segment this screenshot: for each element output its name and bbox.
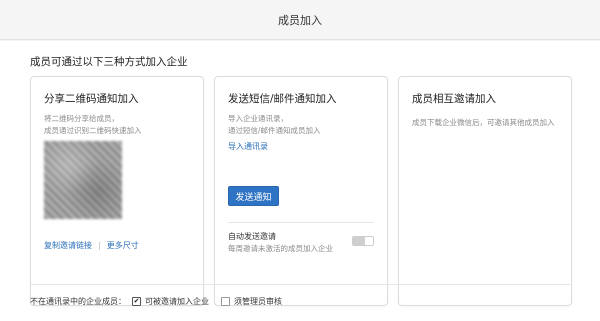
mutual-card-description: 成员下载企业微信后，可邀请其他成员加入	[412, 118, 555, 127]
qr-desc-line2: 成员通过识别二维码快速加入	[44, 126, 142, 135]
more-sizes-link[interactable]: 更多尺寸	[107, 240, 139, 251]
card-divider	[228, 222, 374, 223]
allow-invite-option[interactable]: ✔ 可被邀请加入企业	[132, 296, 209, 307]
sms-desc-line2: 通过短信/邮件通知成员加入	[228, 126, 321, 135]
check-icon: ✔	[133, 297, 140, 305]
qr-desc-line1: 将二维码分享给成员，	[44, 114, 119, 123]
sms-desc-line1: 导入企业通讯录，	[228, 114, 288, 123]
qr-invite-card: 分享二维码通知加入 将二维码分享给成员， 成员通过识别二维码快速加入 复制邀请链…	[30, 76, 204, 306]
qr-links-row: 复制邀请链接 | 更多尺寸	[44, 240, 139, 251]
toggle-knob	[365, 237, 373, 245]
footer-label: 不在通讯录中的企业成员：	[30, 297, 126, 306]
admin-review-checkbox[interactable]	[221, 297, 230, 306]
main-panel: 成员可通过以下三种方式加入企业 分享二维码通知加入 将二维码分享给成员， 成员通…	[0, 41, 600, 321]
admin-review-label: 须管理员审核	[234, 297, 282, 306]
sms-card-description: 导入企业通讯录， 通过短信/邮件通知成员加入	[228, 113, 321, 137]
window-header: 成员加入	[0, 0, 600, 40]
section-title: 成员可通过以下三种方式加入企业	[30, 56, 188, 68]
qr-card-title: 分享二维码通知加入	[44, 93, 139, 105]
copy-invite-link[interactable]: 复制邀请链接	[44, 240, 92, 251]
auto-invite-toggle[interactable]	[352, 236, 374, 246]
auto-invite-description: 每周邀请未激活的成员加入企业	[228, 244, 333, 253]
sms-invite-card: 发送短信/邮件通知加入 导入企业通讯录， 通过短信/邮件通知成员加入 导入通讯录…	[214, 76, 388, 306]
mutual-invite-card: 成员相互邀请加入 成员下载企业微信后，可邀请其他成员加入	[398, 76, 572, 306]
window-title: 成员加入	[278, 13, 322, 27]
link-separator: |	[98, 241, 101, 250]
admin-review-option[interactable]: 须管理员审核	[221, 296, 282, 307]
allow-invite-label: 可被邀请加入企业	[145, 297, 209, 306]
send-notification-button[interactable]: 发送通知	[228, 186, 279, 206]
auto-invite-label: 自动发送邀请	[228, 232, 276, 241]
qr-card-description: 将二维码分享给成员， 成员通过识别二维码快速加入	[44, 113, 142, 137]
import-contacts-link[interactable]: 导入通讯录	[228, 141, 268, 152]
footer-divider	[30, 284, 570, 285]
mutual-card-title: 成员相互邀请加入	[412, 93, 496, 105]
sms-card-title: 发送短信/邮件通知加入	[228, 93, 337, 105]
membership-settings: 不在通讯录中的企业成员： ✔ 可被邀请加入企业 须管理员审核	[30, 296, 294, 307]
allow-invite-checkbox[interactable]: ✔	[132, 297, 141, 306]
qr-code-image	[44, 141, 122, 219]
